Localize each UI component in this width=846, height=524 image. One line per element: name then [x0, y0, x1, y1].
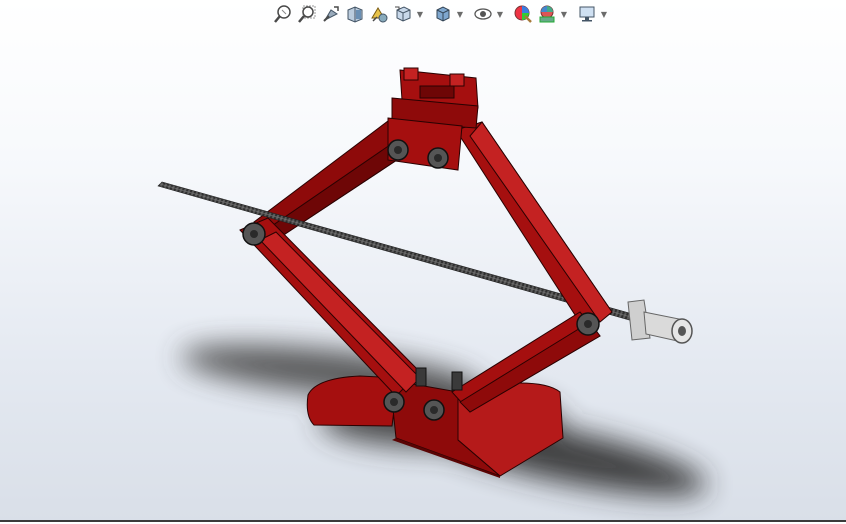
upper-right-arm — [455, 121, 613, 333]
model-view[interactable] — [0, 0, 846, 520]
edit-appearance-icon[interactable] — [512, 3, 534, 25]
display-style-dropdown-icon[interactable]: ▼ — [456, 3, 464, 25]
section-view-icon[interactable] — [344, 3, 366, 25]
view-settings-dropdown-icon[interactable]: ▼ — [600, 3, 608, 25]
view-settings-icon[interactable] — [576, 3, 598, 25]
zoom-to-fit-icon[interactable] — [272, 3, 294, 25]
apply-scene-icon[interactable] — [536, 3, 558, 25]
view-orientation-dropdown-icon[interactable]: ▼ — [416, 3, 424, 25]
heads-up-view-toolbar: ▼ ▼ ▼ ▼ ▼ — [272, 2, 608, 26]
graphics-area[interactable] — [0, 0, 846, 520]
previous-view-icon[interactable] — [320, 3, 342, 25]
eye-bolt — [627, 299, 693, 344]
zoom-to-area-icon[interactable] — [296, 3, 318, 25]
hide-show-items-dropdown-icon[interactable]: ▼ — [496, 3, 504, 25]
dynamic-annotation-views-icon[interactable] — [368, 3, 390, 25]
apply-scene-dropdown-icon[interactable]: ▼ — [560, 3, 568, 25]
hide-show-items-icon[interactable] — [472, 3, 494, 25]
view-orientation-icon[interactable] — [392, 3, 414, 25]
display-style-icon[interactable] — [432, 3, 454, 25]
